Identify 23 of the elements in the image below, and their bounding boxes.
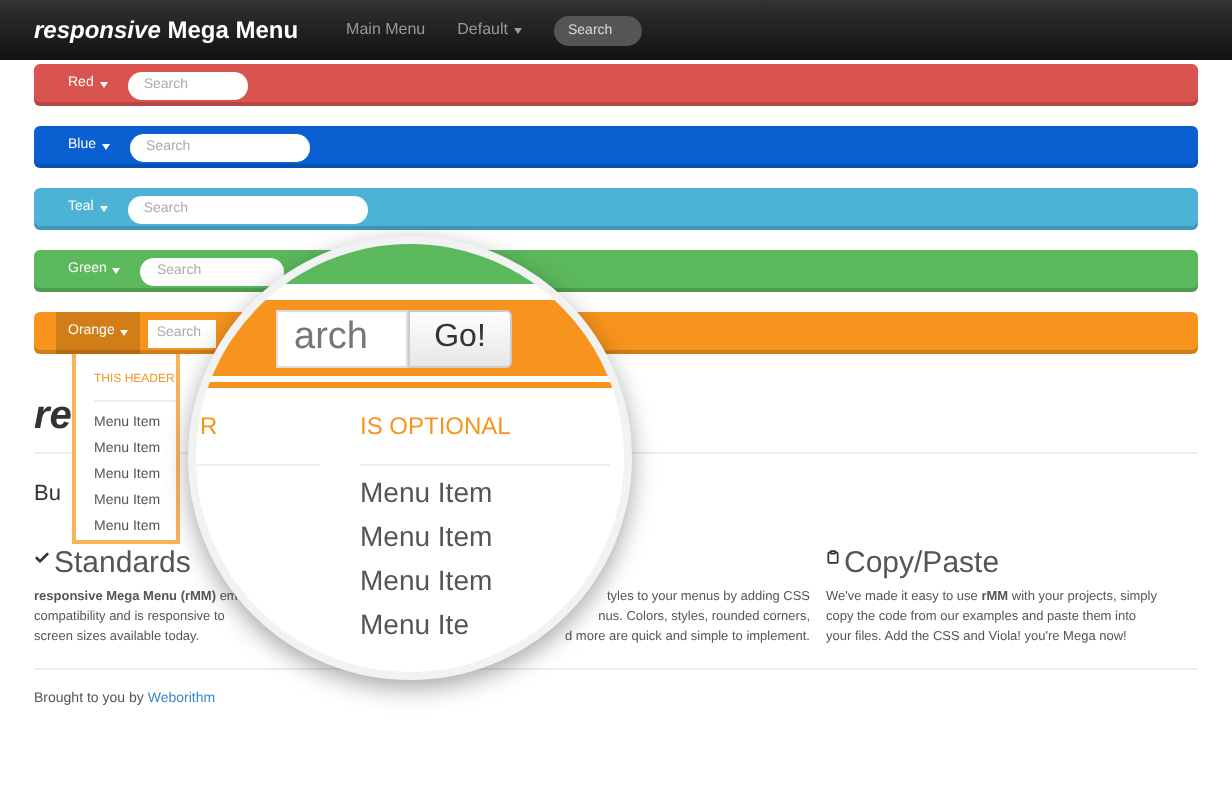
column-header: IS OPTIONAL xyxy=(360,410,511,444)
caret-icon xyxy=(112,268,121,274)
go-button[interactable]: Go! xyxy=(408,309,512,367)
page-heading: re xyxy=(34,392,72,440)
menu-item[interactable]: Menu Item xyxy=(360,518,493,554)
clipboard-icon xyxy=(826,549,840,563)
check-icon xyxy=(34,549,50,565)
brand-title[interactable]: responsive Mega Menu xyxy=(34,12,299,48)
menu-item[interactable]: Menu Item xyxy=(360,562,493,598)
menu-item[interactable]: Menu Item xyxy=(360,474,493,510)
search-field[interactable]: arch xyxy=(276,309,408,367)
section-subtitle: Bu xyxy=(34,480,61,510)
feature-title: Copy/Paste xyxy=(844,547,1000,579)
menu-item[interactable]: Menu Ite xyxy=(360,606,469,642)
caret-icon xyxy=(99,206,108,212)
nav-link[interactable]: Main Menu xyxy=(346,18,426,42)
caret-icon xyxy=(513,27,522,33)
feature-title: Standards xyxy=(54,547,191,579)
column-header: R xyxy=(200,410,218,444)
caret-icon xyxy=(99,82,108,88)
nav-dropdown[interactable]: Default xyxy=(457,18,522,42)
caret-icon xyxy=(120,330,129,336)
caret-icon xyxy=(102,144,111,150)
